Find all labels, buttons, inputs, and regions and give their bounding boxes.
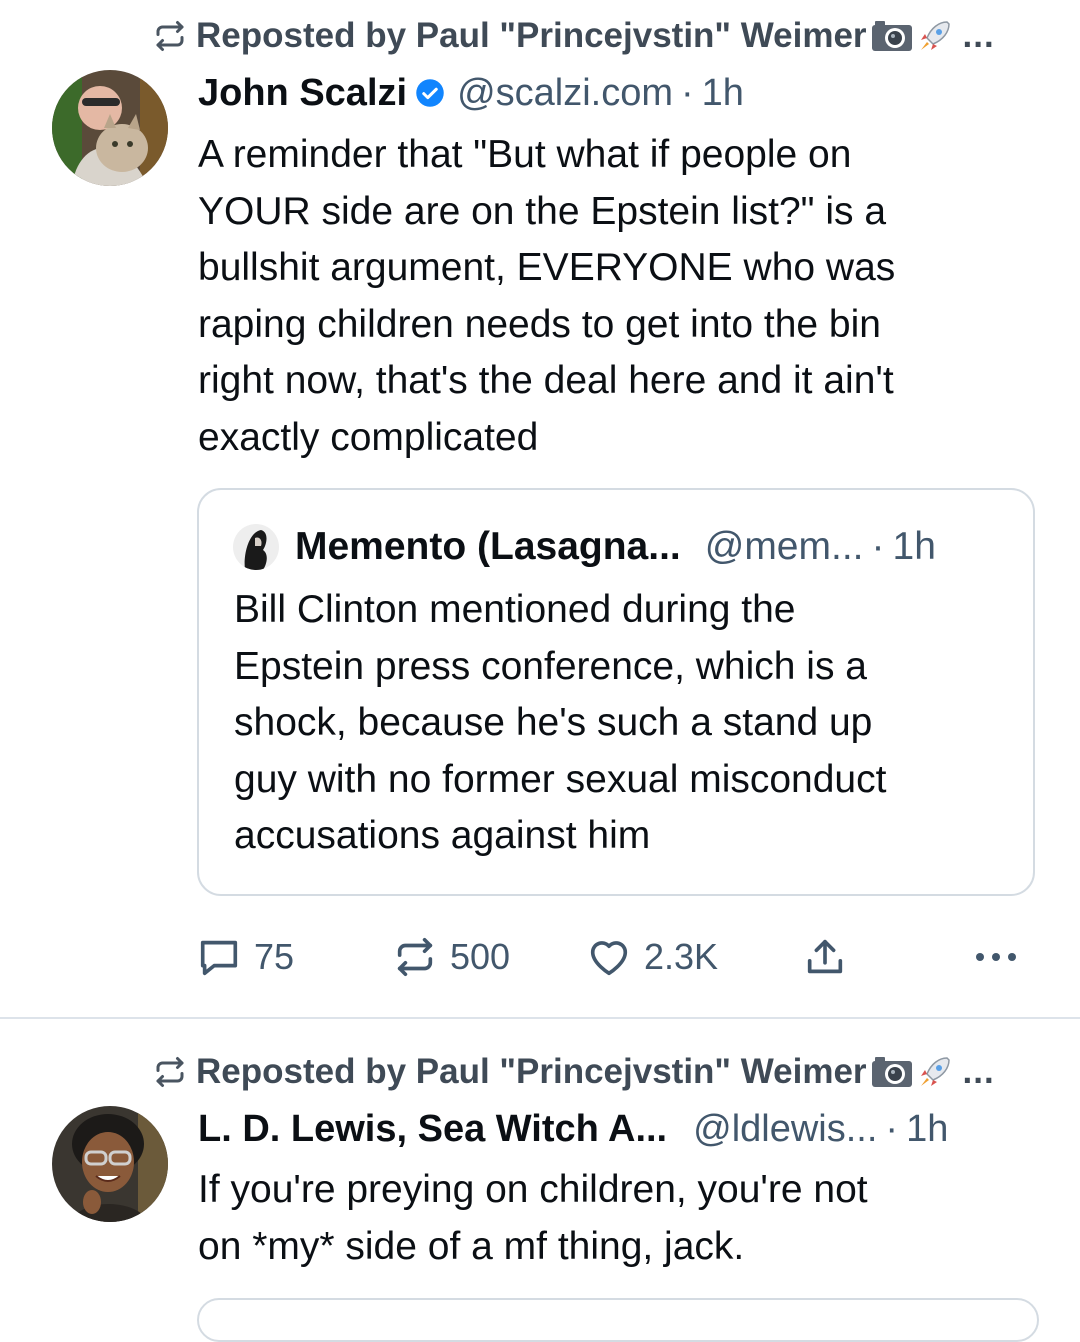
share-icon — [802, 934, 848, 980]
reply-icon — [196, 934, 242, 980]
like-button[interactable]: 2.3K — [586, 930, 718, 984]
repost-icon — [152, 18, 188, 54]
post-header: John Scalzi @scalzi.com · 1h — [198, 68, 744, 118]
post-timestamp[interactable]: 1h — [702, 72, 744, 115]
post-text-line: on *my* side of a mf thing, jack. — [198, 1224, 745, 1268]
quoted-text-line: shock, because he's such a stand up — [234, 701, 873, 744]
repost-indicator[interactable]: Reposted by Paul "Princejvstin" Weimer .… — [152, 14, 995, 58]
embedded-card[interactable] — [197, 1298, 1039, 1342]
avatar[interactable] — [52, 1106, 168, 1222]
post-header: L. D. Lewis, Sea Witch A... @ldlewis... … — [198, 1104, 948, 1154]
repost-by-name: Paul "Princejvstin" Weimer — [415, 1052, 867, 1091]
more-options-icon — [972, 947, 1020, 967]
repost-indicator[interactable]: Reposted by Paul "Princejvstin" Weimer .… — [152, 1050, 995, 1094]
post-timestamp[interactable]: 1h — [906, 1108, 948, 1151]
post-text-line: exactly complicated — [198, 415, 539, 459]
post-text-line: raping children needs to get into the bi… — [198, 302, 881, 346]
author-name[interactable]: L. D. Lewis, Sea Witch A... — [198, 1108, 667, 1151]
quoted-post-text: Bill Clinton mentioned during the Epstei… — [234, 582, 886, 865]
quoted-post-header: Memento (Lasagna... @mem... · 1h — [233, 522, 936, 572]
feed-post[interactable]: Reposted by Paul "Princejvstin" Weimer .… — [0, 1020, 1080, 1308]
quoted-post-timestamp: 1h — [892, 525, 936, 568]
quoted-text-line: Epstein press conference, which is a — [234, 644, 867, 688]
author-handle[interactable]: @scalzi.com — [457, 72, 673, 115]
post-text-line: bullshit argument, EVERYONE who was — [198, 246, 896, 289]
separator-dot: · — [681, 71, 694, 114]
quoted-author-avatar — [233, 524, 279, 570]
reply-button[interactable]: 75 — [196, 930, 294, 984]
post-text-line: If you're preying on children, you're no… — [198, 1168, 868, 1211]
author-handle[interactable]: @ldlewis... — [693, 1108, 877, 1151]
camera-icon — [871, 19, 913, 53]
reply-count: 75 — [254, 936, 295, 977]
separator-dot: · — [885, 1107, 899, 1150]
post-text: If you're preying on children, you're no… — [198, 1162, 1028, 1275]
quoted-text-line: Bill Clinton mentioned during the — [234, 588, 796, 631]
repost-overflow: ... — [962, 1052, 995, 1091]
post-text-line: YOUR side are on the Epstein list?" is a — [198, 189, 887, 233]
repost-button[interactable]: 500 — [392, 930, 510, 984]
quoted-author-name: Memento (Lasagna... — [295, 525, 681, 568]
repost-count: 500 — [450, 936, 511, 977]
verified-check-icon[interactable] — [415, 78, 445, 108]
quoted-post[interactable]: Memento (Lasagna... @mem... · 1h Bill Cl… — [197, 488, 1035, 896]
quoted-text-line: accusations against him — [234, 814, 651, 857]
camera-icon — [871, 1055, 913, 1089]
quoted-text-line: guy with no former sexual misconduct — [234, 757, 887, 801]
author-name[interactable]: John Scalzi — [198, 72, 407, 115]
quoted-author-handle: @mem... — [704, 525, 864, 568]
repost-prefix: Reposted by — [196, 16, 407, 55]
share-button[interactable] — [802, 930, 848, 984]
avatar[interactable] — [52, 70, 168, 186]
separator-dot: · — [871, 525, 885, 568]
feed-post[interactable]: Reposted by Paul "Princejvstin" Weimer .… — [0, 0, 1080, 1018]
heart-icon — [586, 934, 632, 980]
repost-by-name: Paul "Princejvstin" Weimer — [415, 16, 867, 55]
repost-overflow: ... — [962, 16, 995, 55]
repost-prefix: Reposted by — [196, 1052, 407, 1091]
post-text: A reminder that "But what if people on Y… — [198, 127, 1028, 466]
post-text-line: A reminder that "But what if people on — [198, 133, 852, 176]
repost-icon — [152, 1054, 188, 1090]
like-count: 2.3K — [644, 936, 719, 977]
post-text-line: right now, that's the deal here and it a… — [198, 359, 894, 402]
repost-icon — [392, 934, 438, 980]
post-divider — [0, 1017, 1080, 1019]
more-options-button[interactable] — [972, 930, 1020, 984]
rocket-icon — [917, 18, 953, 54]
rocket-icon — [917, 1054, 953, 1090]
post-action-bar: 75 500 2.3K — [196, 930, 1026, 984]
